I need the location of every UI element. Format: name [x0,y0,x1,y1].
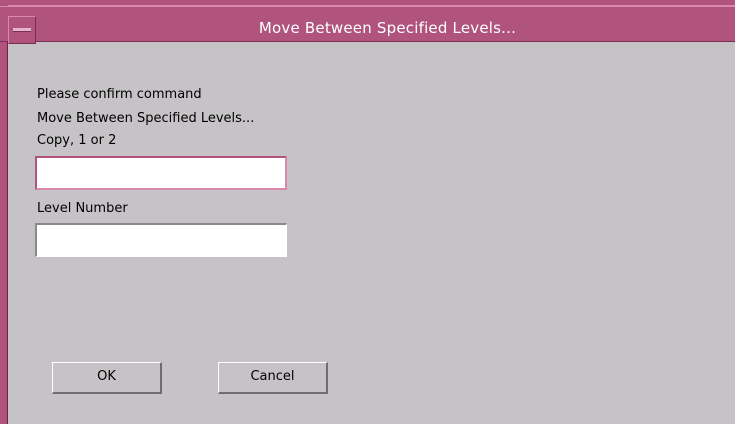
title-bar[interactable]: Move Between Specified Levels... [0,6,735,44]
window-menu-icon [13,28,31,32]
command-text: Move Between Specified Levels... [37,111,255,126]
ok-button[interactable]: OK [52,362,162,394]
copy-input[interactable] [37,158,285,188]
level-number-label: Level Number [37,201,128,216]
cancel-button[interactable]: Cancel [218,362,328,394]
prompt-text: Please confirm command [37,87,202,102]
window-title: Move Between Specified Levels... [258,19,517,37]
window-left-border[interactable] [0,0,8,424]
window-menu-button[interactable] [8,16,36,44]
copy-label: Copy, 1 or 2 [37,133,117,148]
copy-field[interactable] [35,156,287,190]
dialog-window: Move Between Specified Levels... Please … [0,0,735,424]
level-number-field[interactable] [35,223,287,257]
level-number-input[interactable] [37,225,286,256]
